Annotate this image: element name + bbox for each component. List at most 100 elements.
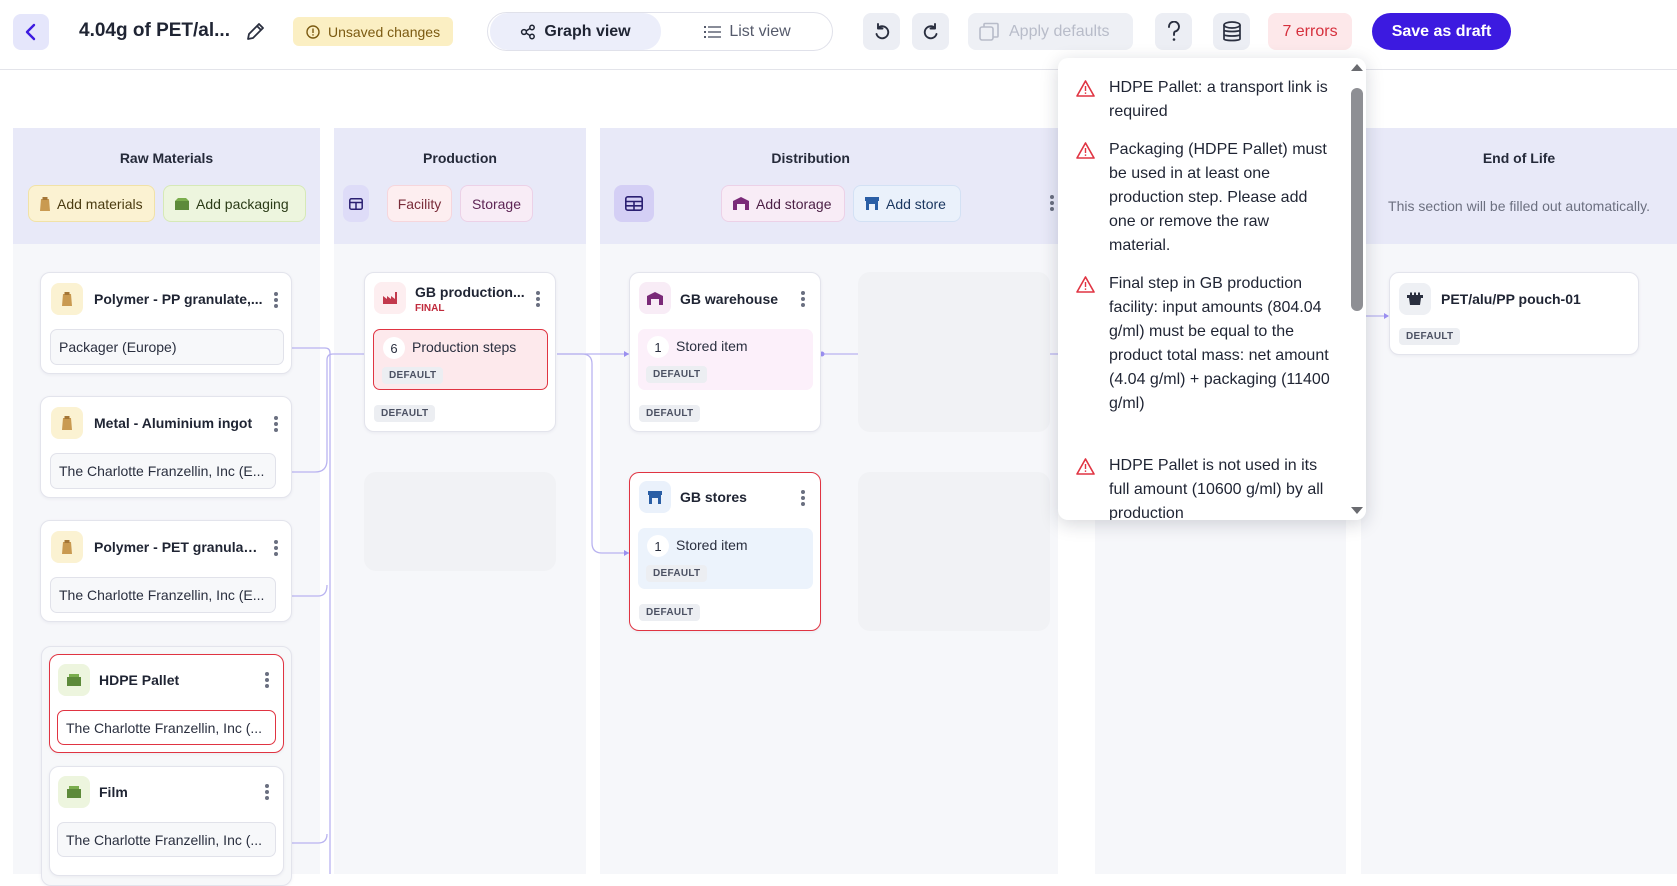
- default-tag: DEFAULT: [1399, 328, 1460, 345]
- table-icon: [625, 196, 643, 211]
- card-menu-button[interactable]: [261, 782, 273, 802]
- card-title: GB production...: [415, 284, 530, 300]
- add-storage-button[interactable]: Add storage: [721, 185, 845, 222]
- undo-button[interactable]: [863, 13, 900, 50]
- store-card[interactable]: GB stores 1 Stored item DEFAULT DEFAULT: [629, 472, 821, 631]
- card-menu-button[interactable]: [261, 670, 273, 690]
- scroll-down-icon[interactable]: [1348, 504, 1366, 518]
- database-button[interactable]: [1213, 13, 1250, 50]
- database-icon: [1222, 21, 1242, 43]
- production-steps-box[interactable]: 6 Production steps DEFAULT: [373, 329, 548, 390]
- save-draft-button[interactable]: Save as draft: [1372, 13, 1511, 50]
- graph-view-tab[interactable]: Graph view: [490, 13, 661, 50]
- default-tag: DEFAULT: [646, 366, 707, 383]
- stored-items-box[interactable]: 1 Stored item DEFAULT: [638, 528, 813, 589]
- apply-defaults-label: Apply defaults: [1009, 23, 1110, 41]
- packaging-group: HDPE Pallet The Charlotte Franzellin, In…: [41, 646, 292, 886]
- warning-icon: [1076, 458, 1095, 475]
- redo-icon: [921, 22, 941, 42]
- warehouse-icon: [732, 196, 750, 211]
- stored-count: 1: [647, 535, 669, 557]
- scroll-thumb[interactable]: [1351, 88, 1363, 311]
- card-menu-button[interactable]: [532, 289, 544, 309]
- stored-label: Stored item: [676, 338, 748, 354]
- material-bag-icon: [39, 196, 51, 212]
- error-item[interactable]: Packaging (HDPE Pallet) must be used in …: [1076, 138, 1331, 258]
- raw-materials-header: Raw Materials Add materials Add packagin…: [13, 128, 320, 244]
- card-menu-button[interactable]: [797, 488, 809, 508]
- supplier-row[interactable]: The Charlotte Franzellin, Inc (...: [57, 710, 276, 745]
- default-tag: DEFAULT: [646, 565, 707, 582]
- top-bar: 4.04g of PET/al... Unsaved changes Graph…: [0, 0, 1677, 70]
- packaging-card[interactable]: HDPE Pallet The Charlotte Franzellin, In…: [49, 654, 284, 753]
- warehouse-card[interactable]: GB warehouse 1 Stored item DEFAULT DEFAU…: [629, 272, 821, 432]
- production-facility-card[interactable]: GB production... FINAL 6 Production step…: [364, 272, 556, 432]
- back-button[interactable]: [13, 14, 49, 50]
- empty-slot: [858, 472, 1050, 631]
- steps-count: 6: [383, 337, 405, 359]
- facility-button[interactable]: Facility: [387, 185, 452, 222]
- stored-items-box[interactable]: 1 Stored item DEFAULT: [638, 329, 813, 390]
- add-store-button[interactable]: Add store: [853, 185, 961, 222]
- errors-scrollbar[interactable]: [1348, 58, 1366, 520]
- warning-icon: [1076, 80, 1095, 97]
- error-text: Packaging (HDPE Pallet) must be used in …: [1109, 138, 1331, 258]
- stored-count: 1: [647, 336, 669, 358]
- card-title: GB stores: [680, 489, 790, 505]
- card-menu-button[interactable]: [270, 538, 282, 558]
- supplier-row[interactable]: Packager (Europe): [50, 329, 284, 365]
- raw-material-card[interactable]: Polymer - PET granulat... The Charlotte …: [40, 520, 292, 622]
- pencil-icon: [244, 21, 266, 43]
- list-view-tab[interactable]: List view: [663, 13, 832, 50]
- table-icon: [349, 198, 363, 210]
- error-text: HDPE Pallet is not used in its full amou…: [1109, 454, 1331, 520]
- page-title: 4.04g of PET/al...: [79, 20, 230, 42]
- add-packaging-button[interactable]: Add packaging: [163, 185, 306, 222]
- packaging-card[interactable]: Film The Charlotte Franzellin, Inc (...: [49, 766, 284, 876]
- edit-title-button[interactable]: [244, 21, 266, 48]
- raw-material-card[interactable]: Metal - Aluminium ingot The Charlotte Fr…: [40, 396, 292, 498]
- packaging-icon: [58, 664, 90, 696]
- card-title: HDPE Pallet: [99, 672, 249, 688]
- default-tag: DEFAULT: [639, 405, 700, 422]
- apply-defaults-button[interactable]: Apply defaults: [968, 13, 1133, 50]
- supplier-row[interactable]: The Charlotte Franzellin, Inc (E...: [50, 453, 276, 489]
- help-button[interactable]: [1155, 13, 1192, 50]
- scroll-up-icon[interactable]: [1348, 60, 1366, 74]
- distribution-table-toggle[interactable]: [614, 185, 654, 222]
- warning-icon: [1076, 276, 1095, 293]
- store-icon: [864, 196, 880, 211]
- storage-button[interactable]: Storage: [460, 185, 533, 222]
- raw-material-card[interactable]: Polymer - PP granulate,... Packager (Eur…: [40, 272, 292, 374]
- add-store-label: Add store: [886, 196, 946, 212]
- distribution-menu-button[interactable]: [1046, 193, 1058, 213]
- supplier-row[interactable]: The Charlotte Franzellin, Inc (...: [57, 822, 276, 857]
- production-table-toggle[interactable]: [343, 185, 369, 222]
- chevron-left-icon: [23, 23, 39, 41]
- card-menu-button[interactable]: [270, 414, 282, 434]
- error-item[interactable]: Final step in GB production facility: in…: [1076, 272, 1331, 416]
- undo-icon: [872, 22, 892, 42]
- material-bag-icon: [51, 283, 83, 315]
- errors-button[interactable]: 7 errors: [1268, 13, 1352, 50]
- column-title: Raw Materials: [13, 150, 320, 166]
- end-of-life-header: End of Life This section will be filled …: [1361, 128, 1677, 244]
- copy-icon: [978, 22, 1000, 42]
- graph-view-label: Graph view: [544, 23, 630, 41]
- packaging-icon: [58, 776, 90, 808]
- card-menu-button[interactable]: [270, 290, 282, 310]
- card-title: Metal - Aluminium ingot: [94, 415, 264, 431]
- production-header: Production Facility Storage: [334, 128, 586, 244]
- redo-button[interactable]: [912, 13, 949, 50]
- supplier-row[interactable]: The Charlotte Franzellin, Inc (E...: [50, 577, 276, 613]
- end-of-life-note: This section will be filled out automati…: [1361, 198, 1677, 214]
- card-title: GB warehouse: [680, 291, 790, 307]
- card-menu-button[interactable]: [797, 289, 809, 309]
- column-title: Distribution: [600, 150, 1021, 166]
- default-tag: DEFAULT: [639, 604, 700, 621]
- add-materials-button[interactable]: Add materials: [28, 185, 155, 222]
- end-of-life-card[interactable]: PET/alu/PP pouch-01 DEFAULT: [1389, 272, 1639, 355]
- error-item[interactable]: HDPE Pallet is not used in its full amou…: [1076, 454, 1331, 520]
- error-item[interactable]: HDPE Pallet: a transport link is require…: [1076, 76, 1331, 124]
- store-icon: [639, 481, 671, 513]
